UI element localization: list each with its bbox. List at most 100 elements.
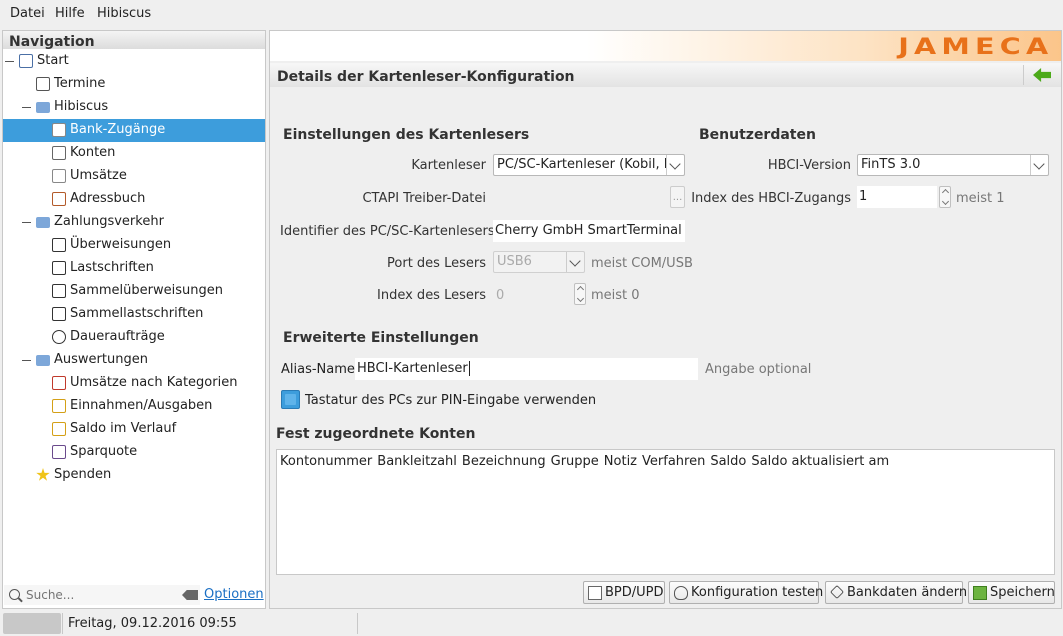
- advanced-settings-title: Erweiterte Einstellungen: [283, 330, 479, 346]
- menubar: Datei Hilfe Hibiscus: [0, 0, 1063, 28]
- sidebar-item-termine[interactable]: Termine: [3, 73, 265, 96]
- batch-transfer-icon: [52, 284, 66, 298]
- sidebar-item-überweisungen[interactable]: Überweisungen: [3, 234, 265, 257]
- chevron-down-icon: [666, 155, 684, 175]
- banner: JAMECA: [270, 31, 1061, 61]
- back-button[interactable]: [1023, 65, 1057, 85]
- sidebar-item-zahlungsverkehr[interactable]: Zahlungsverkehr: [3, 211, 265, 234]
- collapse-icon[interactable]: [22, 107, 31, 108]
- jameica-logo: JAMECA: [897, 35, 1053, 60]
- column-header[interactable]: Notiz: [604, 454, 637, 469]
- column-header[interactable]: Saldo aktualisiert am: [751, 454, 889, 469]
- savings-chart-icon: [52, 445, 66, 459]
- status-indicator: [3, 613, 61, 634]
- address-book-icon: [52, 192, 66, 206]
- sidebar-item-label: Start: [37, 53, 69, 68]
- accounts-table[interactable]: Kontonummer Bankleitzahl Bezeichnung Gruppe…: [276, 449, 1055, 575]
- column-header[interactable]: Verfahren: [642, 454, 705, 469]
- reader-settings-title: Einstellungen des Kartenlesers: [283, 127, 530, 143]
- port-label: Port des Lesers: [387, 256, 486, 271]
- port-select[interactable]: USB6: [493, 251, 585, 273]
- text-cursor: [468, 361, 470, 376]
- collapse-icon[interactable]: [5, 61, 14, 62]
- change-bankdata-button[interactable]: Bankdaten ändern: [825, 581, 967, 604]
- chevron-down-icon: [566, 252, 584, 272]
- collapse-icon[interactable]: [22, 222, 31, 223]
- sidebar-item-label: Überweisungen: [70, 237, 172, 252]
- test-configuration-button[interactable]: Konfiguration testen: [669, 581, 823, 604]
- sidebar-item-sammelüberweisungen[interactable]: Sammelüberweisungen: [3, 280, 265, 303]
- hbci-index-spinner[interactable]: [939, 186, 951, 208]
- folder-icon: [36, 217, 50, 228]
- folder-icon: [36, 102, 50, 113]
- sidebar-item-label: Daueraufträge: [70, 329, 165, 344]
- detail-header: Details der Kartenleser-Konfiguration: [270, 63, 1061, 87]
- ctapi-label: CTAPI Treiber-Datei: [362, 191, 486, 206]
- sidebar-item-adressbuch[interactable]: Adressbuch: [3, 188, 265, 211]
- save-button[interactable]: Speichern: [968, 581, 1055, 604]
- menu-hilfe[interactable]: Hilfe: [55, 6, 85, 21]
- search-bar: Optionen: [2, 583, 266, 607]
- clock-icon: [52, 330, 66, 344]
- sidebar-item-konten[interactable]: Konten: [3, 142, 265, 165]
- detail-panel: JAMECA Details der Kartenleser-Konfigura…: [269, 30, 1062, 609]
- column-header[interactable]: Saldo: [710, 454, 746, 469]
- sidebar-item-auswertungen[interactable]: Auswertungen: [3, 349, 265, 372]
- column-header[interactable]: Gruppe: [551, 454, 599, 469]
- sidebar-item-label: Konten: [70, 145, 116, 160]
- hbci-index-field[interactable]: 1: [857, 186, 937, 208]
- port-value: USB6: [497, 254, 532, 269]
- sidebar-item-label: Lastschriften: [70, 260, 154, 275]
- transfer-out-icon: [52, 238, 66, 252]
- sidebar-item-label: Termine: [54, 76, 106, 91]
- sidebar-item-label: Bank-Zugänge: [70, 122, 166, 137]
- sidebar-item-hibiscus[interactable]: Hibiscus: [3, 96, 265, 119]
- sidebar-item-start[interactable]: Start: [3, 50, 265, 73]
- index-spinner[interactable]: [574, 283, 586, 305]
- options-link[interactable]: Optionen: [204, 587, 264, 602]
- bpd-upd-button[interactable]: BPD/UPD: [583, 581, 665, 604]
- menu-hibiscus[interactable]: Hibiscus: [97, 6, 151, 21]
- document-icon: [588, 586, 602, 600]
- sidebar-item-saldo-im-verlauf[interactable]: Saldo im Verlauf: [3, 418, 265, 441]
- hbci-index-hint: meist 1: [956, 191, 1005, 206]
- sidebar-item-umsätze[interactable]: Umsätze: [3, 165, 265, 188]
- sidebar-item-bank-zugänge[interactable]: Bank-Zugänge: [3, 119, 265, 142]
- search-input[interactable]: [4, 585, 200, 605]
- column-header[interactable]: Bankleitzahl: [377, 454, 457, 469]
- navigation-header: Navigation: [3, 31, 265, 50]
- kartenleser-select[interactable]: PC/SC-Kartenleser (Kobil, Re: [493, 154, 685, 176]
- hbci-index-label: Index des HBCI-Zugangs: [691, 191, 851, 206]
- lightbulb-icon: [674, 586, 688, 600]
- column-header[interactable]: Bezeichnung: [462, 454, 546, 469]
- account-icon: [52, 146, 66, 160]
- index-value[interactable]: 0: [496, 288, 504, 303]
- category-chart-icon: [52, 376, 66, 390]
- navigation-title: Navigation: [9, 34, 95, 50]
- wrench-icon: [52, 123, 66, 137]
- column-header[interactable]: Kontonummer: [280, 454, 372, 469]
- collapse-icon[interactable]: [22, 360, 31, 361]
- index-label: Index des Lesers: [377, 288, 486, 303]
- sidebar-item-label: Umsätze: [70, 168, 127, 183]
- menu-datei[interactable]: Datei: [10, 6, 45, 21]
- alias-hint: Angabe optional: [705, 362, 812, 377]
- sidebar-item-label: Sammelüberweisungen: [70, 283, 223, 298]
- port-hint: meist COM/USB: [591, 256, 693, 271]
- sidebar-item-label: Hibiscus: [54, 99, 109, 114]
- sidebar-item-einnahmen-ausgaben[interactable]: Einnahmen/Ausgaben: [3, 395, 265, 418]
- alias-field[interactable]: HBCI-Kartenleser: [355, 358, 698, 380]
- identifier-field[interactable]: Cherry GmbH SmartTerminal XX: [493, 220, 685, 242]
- sidebar-item-daueraufträge[interactable]: Daueraufträge: [3, 326, 265, 349]
- hbci-version-select[interactable]: FinTS 3.0: [857, 154, 1049, 176]
- keyboard-pin-checkbox[interactable]: [281, 390, 300, 409]
- calendar-icon: [36, 77, 50, 91]
- ctapi-browse-button[interactable]: ...: [670, 186, 685, 208]
- sidebar-item-spenden[interactable]: Spenden: [3, 464, 265, 487]
- search-icon: [9, 589, 20, 600]
- sidebar-item-umsätze-nach-kategorien[interactable]: Umsätze nach Kategorien: [3, 372, 265, 395]
- sidebar-item-sparquote[interactable]: Sparquote: [3, 441, 265, 464]
- sidebar-item-lastschriften[interactable]: Lastschriften: [3, 257, 265, 280]
- sidebar-item-label: Sammellastschriften: [70, 306, 204, 321]
- sidebar-item-sammellastschriften[interactable]: Sammellastschriften: [3, 303, 265, 326]
